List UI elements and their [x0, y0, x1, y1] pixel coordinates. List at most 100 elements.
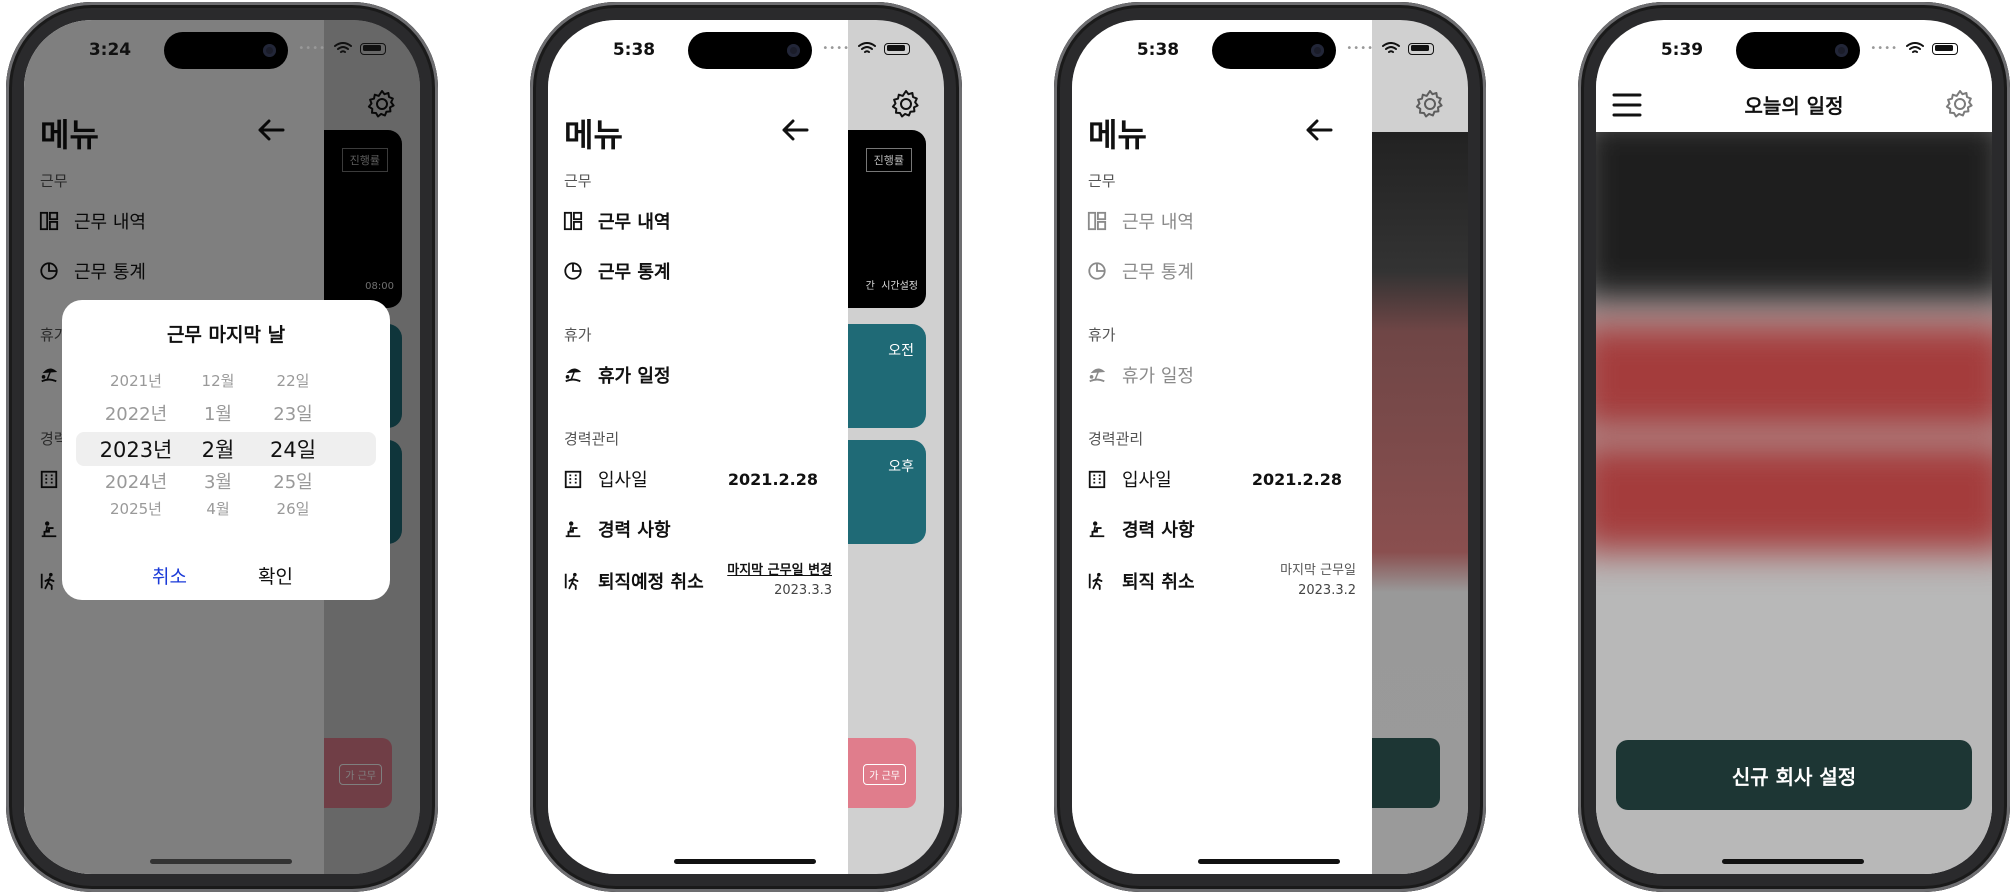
wifi-icon — [858, 42, 876, 53]
menu-item-career[interactable]: 경력 사항 — [1086, 512, 1356, 546]
signal-icon: •••• — [822, 43, 850, 54]
date-picker[interactable]: 2021년 2022년 2023년 2024년 2025년 12월 1월 2월 … — [76, 362, 376, 530]
menu-item-work-history[interactable]: 근무 내역 — [562, 204, 832, 238]
back-arrow-icon[interactable] — [780, 116, 810, 144]
menu-item-label: 근무 내역 — [1122, 212, 1194, 233]
month-option[interactable]: 1월 — [188, 400, 248, 426]
battery-icon — [1408, 42, 1434, 55]
confirm-button[interactable]: 확인 — [258, 562, 293, 589]
card-footer: 간 시간설정 — [866, 277, 918, 292]
camera-icon — [787, 44, 800, 57]
status-time: 5:38 — [1136, 40, 1180, 60]
year-option[interactable]: 2022년 — [76, 400, 196, 426]
section-vacation: 휴가 — [564, 326, 592, 344]
menu-item-label: 입사일 — [1122, 470, 1172, 491]
layout-icon — [1086, 210, 1108, 232]
menu-item-label: 퇴직예정 취소 — [598, 572, 704, 593]
signal-icon: •••• — [1870, 43, 1898, 54]
day-option-selected[interactable]: 24일 — [258, 434, 328, 464]
menu-item-vacation-schedule: 휴가 일정 — [1086, 358, 1356, 392]
year-option[interactable]: 2024년 — [76, 468, 196, 494]
side-drawer: 메뉴 근무 근무 내역 근무 통계 휴가 휴가 일정 경력관리 입사일 2021… — [1072, 20, 1372, 874]
menu-item-label: 근무 통계 — [598, 262, 671, 283]
am-label: 오전 — [888, 343, 914, 359]
menu-item-retire-cancel[interactable]: 퇴직예정 취소 마지막 근무일 변경 2023.3.3 — [562, 561, 832, 601]
blurred-red-card — [1596, 442, 1992, 552]
walk-icon — [562, 570, 584, 592]
menu-item-join-date[interactable]: 입사일 2021.2.28 — [1086, 462, 1356, 496]
month-option[interactable]: 3월 — [188, 468, 248, 494]
day-option[interactable]: 22일 — [258, 370, 328, 391]
day-wheel[interactable]: 22일 23일 24일 25일 26일 — [258, 362, 328, 530]
back-arrow-icon[interactable] — [1304, 116, 1334, 144]
day-option[interactable]: 25일 — [258, 468, 328, 494]
menu-item-work-stats[interactable]: 근무 통계 — [562, 254, 832, 288]
month-option[interactable]: 12월 — [188, 370, 248, 391]
beach-icon — [562, 364, 584, 386]
phone-frame-1: 3:24 •••• 진행률 08:00 가 근무 메뉴 근무 근무 내역 근무 … — [6, 2, 438, 892]
dynamic-island — [1212, 32, 1336, 69]
month-wheel[interactable]: 12월 1월 2월 3월 4월 — [188, 362, 248, 530]
card-footer-a: 간 — [865, 281, 875, 292]
menu-item-retire-cancel[interactable]: 퇴직 취소 마지막 근무일 2023.3.2 — [1086, 563, 1356, 598]
gear-icon[interactable] — [890, 88, 922, 120]
status-time: 3:24 — [88, 40, 132, 60]
month-option[interactable]: 4월 — [188, 498, 248, 519]
building-icon — [1086, 468, 1108, 490]
year-option[interactable]: 2021년 — [76, 370, 196, 391]
year-option-selected[interactable]: 2023년 — [76, 434, 196, 464]
status-time: 5:38 — [612, 40, 656, 60]
walk-icon — [1086, 570, 1108, 592]
phone-screen-1: 3:24 •••• 진행률 08:00 가 근무 메뉴 근무 근무 내역 근무 … — [24, 20, 420, 874]
phone-frame-3: 5:38 •••• 메뉴 근무 근무 내역 근무 통계 휴가 휴가 일정 경력관… — [1054, 2, 1486, 892]
retire-date: 2023.3.3 — [774, 583, 832, 598]
time-setting-link[interactable]: 시간설정 — [881, 281, 918, 292]
section-vacation: 휴가 — [1088, 326, 1116, 344]
progress-pill[interactable]: 진행률 — [865, 148, 912, 172]
menu-item-join-date[interactable]: 입사일 2021.2.28 — [562, 462, 832, 496]
menu-item-label: 휴가 일정 — [598, 366, 671, 387]
home-indicator — [674, 859, 816, 864]
dynamic-island — [1736, 32, 1860, 69]
menu-item-career[interactable]: 경력 사항 — [562, 512, 832, 546]
career-icon — [1086, 518, 1108, 540]
page-title: 오늘의 일정 — [1744, 94, 1844, 118]
menu-item-vacation-schedule[interactable]: 휴가 일정 — [562, 358, 832, 392]
gear-icon[interactable] — [1414, 88, 1446, 120]
menu-item-label: 근무 통계 — [1122, 262, 1194, 283]
menu-item-label: 경력 사항 — [598, 520, 671, 541]
gear-icon[interactable] — [1944, 88, 1976, 120]
menu-item-work-stats: 근무 통계 — [1086, 254, 1356, 288]
battery-icon — [1932, 42, 1958, 55]
camera-icon — [263, 44, 276, 57]
top-header: 오늘의 일정 — [1596, 78, 1992, 132]
day-option[interactable]: 26일 — [258, 498, 328, 519]
building-icon — [562, 468, 584, 490]
signal-icon: •••• — [1346, 43, 1374, 54]
change-last-day-link[interactable]: 마지막 근무일 변경 — [727, 563, 832, 578]
year-wheel[interactable]: 2021년 2022년 2023년 2024년 2025년 — [76, 362, 196, 530]
status-time: 5:39 — [1660, 40, 1704, 60]
dynamic-island — [164, 32, 288, 69]
day-option[interactable]: 23일 — [258, 400, 328, 426]
month-option-selected[interactable]: 2월 — [188, 434, 248, 464]
year-option[interactable]: 2025년 — [76, 498, 196, 519]
join-date-value: 2021.2.28 — [1251, 469, 1342, 489]
retire-sub[interactable]: 마지막 근무일 변경 2023.3.3 — [727, 561, 832, 601]
menu-item-work-history: 근무 내역 — [1086, 204, 1356, 238]
menu-title: 메뉴 — [564, 116, 623, 154]
phone-screen-4: 5:39 •••• 오늘의 일정 신규 회사 설정 — [1596, 20, 1992, 874]
section-career: 경력관리 — [564, 430, 620, 448]
menu-item-label: 근무 내역 — [598, 212, 671, 233]
battery-icon — [360, 42, 386, 55]
new-company-setup-button[interactable]: 신규 회사 설정 — [1616, 740, 1972, 810]
date-picker-dialog: 근무 마지막 날 2021년 2022년 2023년 2024년 2025년 1… — [62, 300, 390, 600]
blurred-dark-card — [1596, 132, 1992, 302]
cancel-button[interactable]: 취소 — [152, 562, 187, 589]
beach-icon — [1086, 364, 1108, 386]
menu-title: 메뉴 — [1088, 116, 1147, 154]
dialog-title: 근무 마지막 날 — [166, 324, 286, 346]
battery-icon — [884, 42, 910, 55]
pm-label: 오후 — [888, 459, 914, 475]
home-indicator — [1198, 859, 1340, 864]
